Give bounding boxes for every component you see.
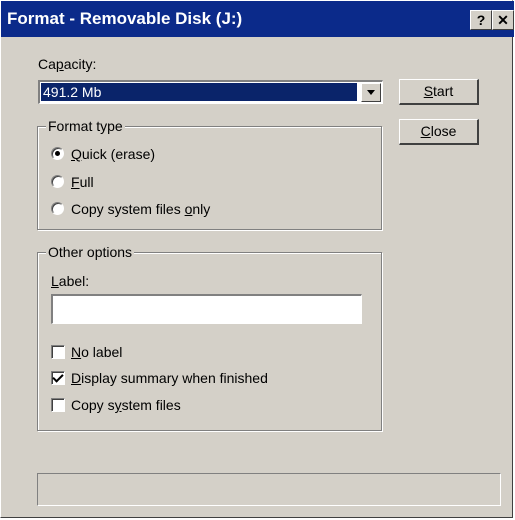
radio-button[interactable] — [51, 147, 64, 160]
other-options-title: Other options — [46, 244, 135, 260]
checkbox[interactable] — [51, 345, 65, 359]
format-dialog: Format - Removable Disk (J:) ? ✕ Capacit… — [0, 0, 514, 518]
label-input[interactable] — [51, 294, 362, 324]
radio-label: Copy system files only — [71, 201, 211, 217]
checkbox[interactable] — [51, 371, 65, 385]
capacity-select[interactable]: 491.2 Mb — [38, 80, 383, 104]
radio-button[interactable] — [51, 202, 64, 215]
capacity-label: Capacity: — [38, 56, 97, 72]
window-title: Format - Removable Disk (J:) — [7, 9, 243, 28]
checkbox[interactable] — [51, 398, 65, 412]
radio-label: Full — [71, 174, 94, 190]
close-button[interactable]: Close — [399, 119, 479, 145]
label-field-label: Label: — [51, 273, 90, 289]
checkbox-label: Copy system files — [71, 397, 181, 413]
checkbox-label: No label — [71, 344, 123, 360]
start-button[interactable]: Start — [399, 79, 479, 105]
help-button[interactable]: ? — [470, 10, 492, 30]
close-window-button[interactable]: ✕ — [492, 10, 514, 30]
checkbox-label: Display summary when finished — [71, 370, 268, 386]
format-type-title: Format type — [46, 118, 125, 134]
radio-button[interactable] — [51, 175, 64, 188]
radio-label: Quick (erase) — [71, 146, 156, 162]
capacity-selected-value: 491.2 Mb — [41, 83, 357, 101]
progress-status-bar — [37, 473, 501, 506]
chevron-down-icon[interactable] — [361, 83, 381, 102]
title-bar[interactable]: Format - Removable Disk (J:) ? ✕ — [1, 1, 514, 37]
